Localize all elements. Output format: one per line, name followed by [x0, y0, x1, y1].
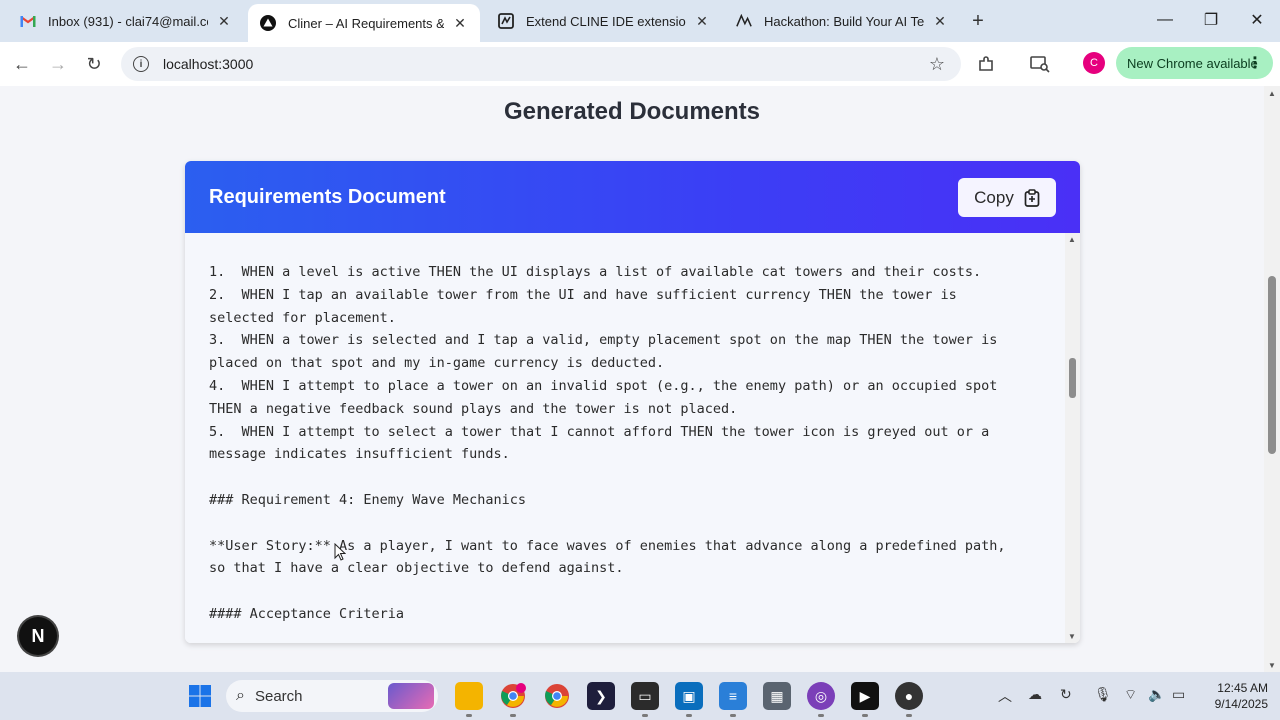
- document-line: 4. WHEN I attempt to place a tower on an…: [209, 377, 998, 394]
- more-options-icon[interactable]: ⋮: [1247, 53, 1263, 73]
- document-line: message indicates insufficient funds.: [209, 446, 510, 463]
- update-label: New Chrome available: [1127, 55, 1258, 71]
- profile-avatar[interactable]: C: [1083, 52, 1105, 74]
- terminal-icon[interactable]: ▭: [631, 682, 659, 710]
- tab-cliner[interactable]: Cliner – AI Requirements & Imp ✕: [248, 4, 480, 42]
- forward-icon[interactable]: →: [44, 50, 72, 78]
- powershell-icon[interactable]: ❯: [587, 682, 615, 710]
- close-window-icon[interactable]: ✕: [1242, 8, 1272, 32]
- cloud-icon[interactable]: ☁: [1028, 686, 1042, 703]
- close-icon[interactable]: ✕: [932, 13, 948, 29]
- file-explorer-icon[interactable]: [455, 682, 483, 710]
- clock[interactable]: 12:45 AM 9/14/2025: [1200, 680, 1268, 712]
- document-line: 1. WHEN a level is active THEN the UI di…: [209, 264, 982, 280]
- tab-title: Extend CLINE IDE extension wit: [526, 13, 686, 29]
- page-scrollbar[interactable]: ▲ ▼: [1264, 86, 1280, 672]
- search-highlight-image: [388, 683, 434, 709]
- scroll-up-icon[interactable]: ▲: [1068, 235, 1076, 244]
- github-desktop-icon[interactable]: ◎: [807, 682, 835, 710]
- url-text: localhost:3000: [163, 56, 254, 72]
- wifi-icon[interactable]: ⌔: [1124, 686, 1137, 704]
- page-scroll-thumb[interactable]: [1268, 276, 1276, 454]
- close-icon[interactable]: ✕: [452, 15, 468, 31]
- nextjs-dev-badge[interactable]: N: [19, 617, 57, 655]
- gmail-icon: [20, 13, 36, 29]
- document-body[interactable]: 1. WHEN a level is active THEN the UI di…: [185, 233, 1065, 643]
- card-title: Requirements Document: [209, 186, 446, 208]
- document-line: THEN a negative feedback sound plays and…: [209, 400, 738, 417]
- new-tab-button[interactable]: +: [966, 9, 990, 33]
- document-scrollbar[interactable]: ▲ ▼: [1065, 233, 1080, 643]
- page-viewport: Generated Documents Requirements Documen…: [0, 86, 1280, 672]
- tab-title: Hackathon: Build Your AI Teamn: [764, 13, 924, 29]
- requirements-card: Requirements Document Copy 1. WHEN a lev…: [185, 161, 1080, 643]
- tab-github[interactable]: Extend CLINE IDE extension wit ✕: [486, 4, 722, 38]
- lovable-icon: [736, 13, 752, 29]
- calculator-icon[interactable]: ▦: [763, 682, 791, 710]
- new-chrome-available-button[interactable]: New Chrome available ⋮: [1116, 47, 1273, 79]
- copy-label: Copy: [974, 187, 1014, 207]
- extensions-icon[interactable]: [974, 52, 998, 76]
- document-line: placed on that spot and my in-game curre…: [209, 355, 665, 372]
- search-icon: ⌕: [236, 687, 245, 704]
- scroll-down-icon[interactable]: ▼: [1068, 632, 1076, 641]
- page-title: Generated Documents: [503, 98, 761, 125]
- document-line: ### Requirement 4: Enemy Wave Mechanics: [209, 491, 526, 508]
- tab-strip: Inbox (931) - clai74@mail.ccsf.e ✕ Cline…: [0, 0, 1280, 42]
- clock-date: 9/14/2025: [1214, 697, 1268, 711]
- app-icon[interactable]: ▶: [851, 682, 879, 710]
- microphone-icon[interactable]: 🎙: [1094, 686, 1112, 703]
- back-icon[interactable]: ←: [8, 50, 36, 78]
- scroll-up-icon[interactable]: ▲: [1268, 89, 1276, 98]
- clock-time: 12:45 AM: [1217, 681, 1268, 695]
- chrome-profile-icon[interactable]: [499, 682, 527, 710]
- bookmark-star-icon[interactable]: ☆: [929, 54, 945, 75]
- close-icon[interactable]: ✕: [694, 13, 710, 29]
- triangle-logo-icon: [260, 15, 276, 31]
- reload-icon[interactable]: ↻: [80, 50, 108, 78]
- tab-title: Cliner – AI Requirements & Imp: [288, 15, 444, 31]
- tab-hackathon[interactable]: Hackathon: Build Your AI Teamn ✕: [724, 4, 960, 38]
- copy-button[interactable]: Copy: [958, 178, 1056, 217]
- sync-icon[interactable]: ↻: [1060, 686, 1072, 703]
- github-icon: [498, 13, 514, 29]
- tab-search-icon[interactable]: [1028, 52, 1052, 76]
- clipboard-icon: [1024, 188, 1040, 207]
- tab-title: Inbox (931) - clai74@mail.ccsf.e: [48, 13, 208, 29]
- document-text: 1. WHEN a level is active THEN the UI di…: [209, 261, 1049, 626]
- taskbar: ⌕ Search ❯ ▭ ▣ ≡ ▦ ◎ ▶ ● ︿ ☁ ↻ 🎙 ⌔ 🔈 ▭ 1…: [0, 672, 1280, 720]
- search-label: Search: [254, 687, 303, 705]
- remote-desktop-icon[interactable]: ▣: [675, 682, 703, 710]
- restore-icon[interactable]: ❐: [1196, 8, 1226, 32]
- card-header: Requirements Document Copy: [185, 161, 1080, 233]
- chevron-up-icon[interactable]: ︿: [998, 686, 1012, 706]
- taskbar-search[interactable]: ⌕ Search: [226, 680, 438, 712]
- document-line: 3. WHEN a tower is selected and I tap a …: [209, 332, 998, 349]
- minimize-icon[interactable]: —: [1150, 8, 1180, 32]
- chrome-icon[interactable]: [543, 682, 571, 710]
- mouse-cursor-icon: [334, 543, 346, 561]
- document-line: selected for placement.: [209, 309, 396, 326]
- document-line: #### Acceptance Criteria: [209, 605, 405, 622]
- tab-gmail[interactable]: Inbox (931) - clai74@mail.ccsf.e ✕: [8, 4, 244, 38]
- document-line: 5. WHEN I attempt to select a tower that…: [209, 423, 990, 440]
- notepad-icon[interactable]: ≡: [719, 682, 747, 710]
- close-icon[interactable]: ✕: [216, 13, 232, 29]
- site-info-icon[interactable]: i: [133, 56, 149, 72]
- volume-icon[interactable]: 🔈: [1148, 686, 1165, 703]
- windows-start-icon[interactable]: [186, 682, 214, 710]
- document-scroll-thumb[interactable]: [1069, 358, 1076, 398]
- obs-icon[interactable]: ●: [895, 682, 923, 710]
- document-line: 2. WHEN I tap an available tower from th…: [209, 286, 957, 303]
- battery-icon[interactable]: ▭: [1172, 686, 1185, 703]
- address-bar[interactable]: i localhost:3000 ☆: [121, 47, 961, 81]
- scroll-down-icon[interactable]: ▼: [1268, 661, 1276, 670]
